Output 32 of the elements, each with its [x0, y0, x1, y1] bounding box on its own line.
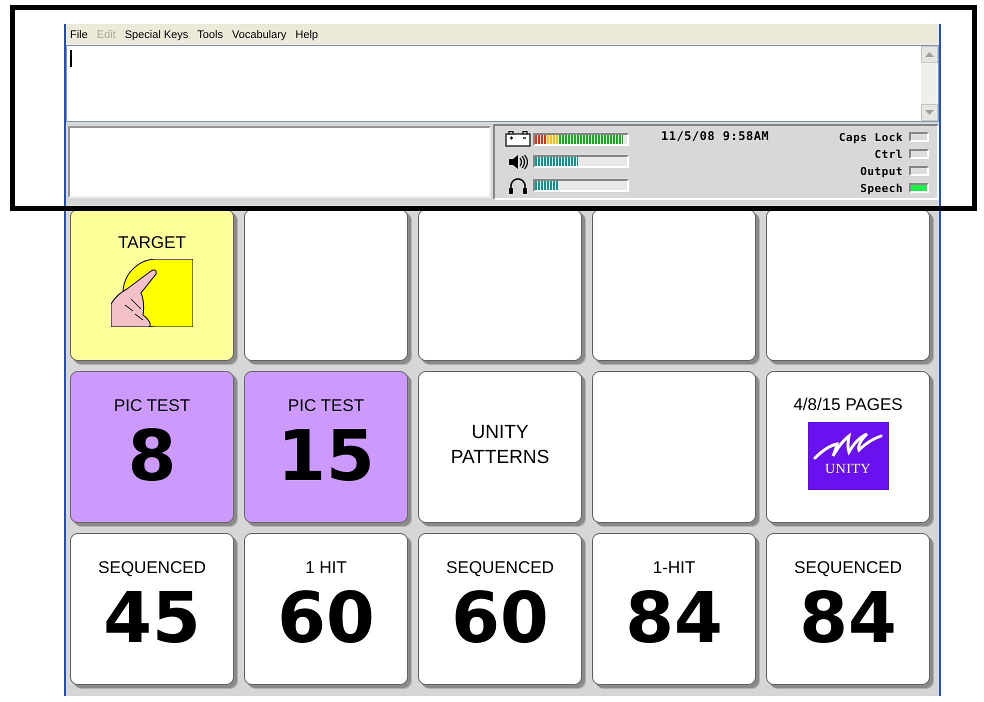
key-label: 4/8/15 PAGES — [793, 395, 903, 415]
menu-item[interactable]: Vocabulary — [232, 28, 286, 40]
down-arrow-icon — [925, 110, 934, 115]
text-cursor — [70, 50, 72, 67]
key-number: 8 — [128, 420, 176, 492]
key-label: SEQUENCED — [446, 558, 554, 578]
key-label: SEQUENCED — [98, 558, 206, 578]
key-label: UNITY PATTERNS — [450, 421, 550, 470]
indicator-label: Caps Lock — [838, 130, 903, 144]
menu-item[interactable]: File — [70, 28, 88, 40]
key-number: 15 — [277, 420, 375, 492]
key-number: 45 — [103, 582, 201, 654]
key-label: 1-HIT — [652, 558, 696, 578]
date-time: 11/5/08 9:58AM — [660, 129, 770, 145]
key-number: 84 — [799, 582, 897, 654]
key-number: 60 — [277, 582, 375, 654]
key-label: SEQUENCED — [794, 558, 902, 578]
key-label: 1 HIT — [305, 558, 347, 578]
key-label: PIC TEST — [114, 396, 190, 416]
menu-item[interactable]: Special Keys — [124, 28, 188, 40]
key-label: TARGET — [118, 233, 186, 253]
indicator-label: Speech — [860, 182, 903, 194]
menu-item[interactable]: Help — [295, 28, 318, 40]
battery-icon — [503, 131, 533, 148]
unity-logo: UNITY — [808, 422, 888, 490]
key-number: 84 — [625, 582, 723, 654]
menu-item[interactable]: Tools — [197, 28, 223, 40]
indicator-label: Output — [860, 164, 903, 178]
key-label: PIC TEST — [288, 396, 364, 416]
indicator-label: Ctrl — [874, 148, 903, 160]
key-number: 60 — [451, 582, 549, 654]
up-arrow-icon — [925, 52, 934, 57]
